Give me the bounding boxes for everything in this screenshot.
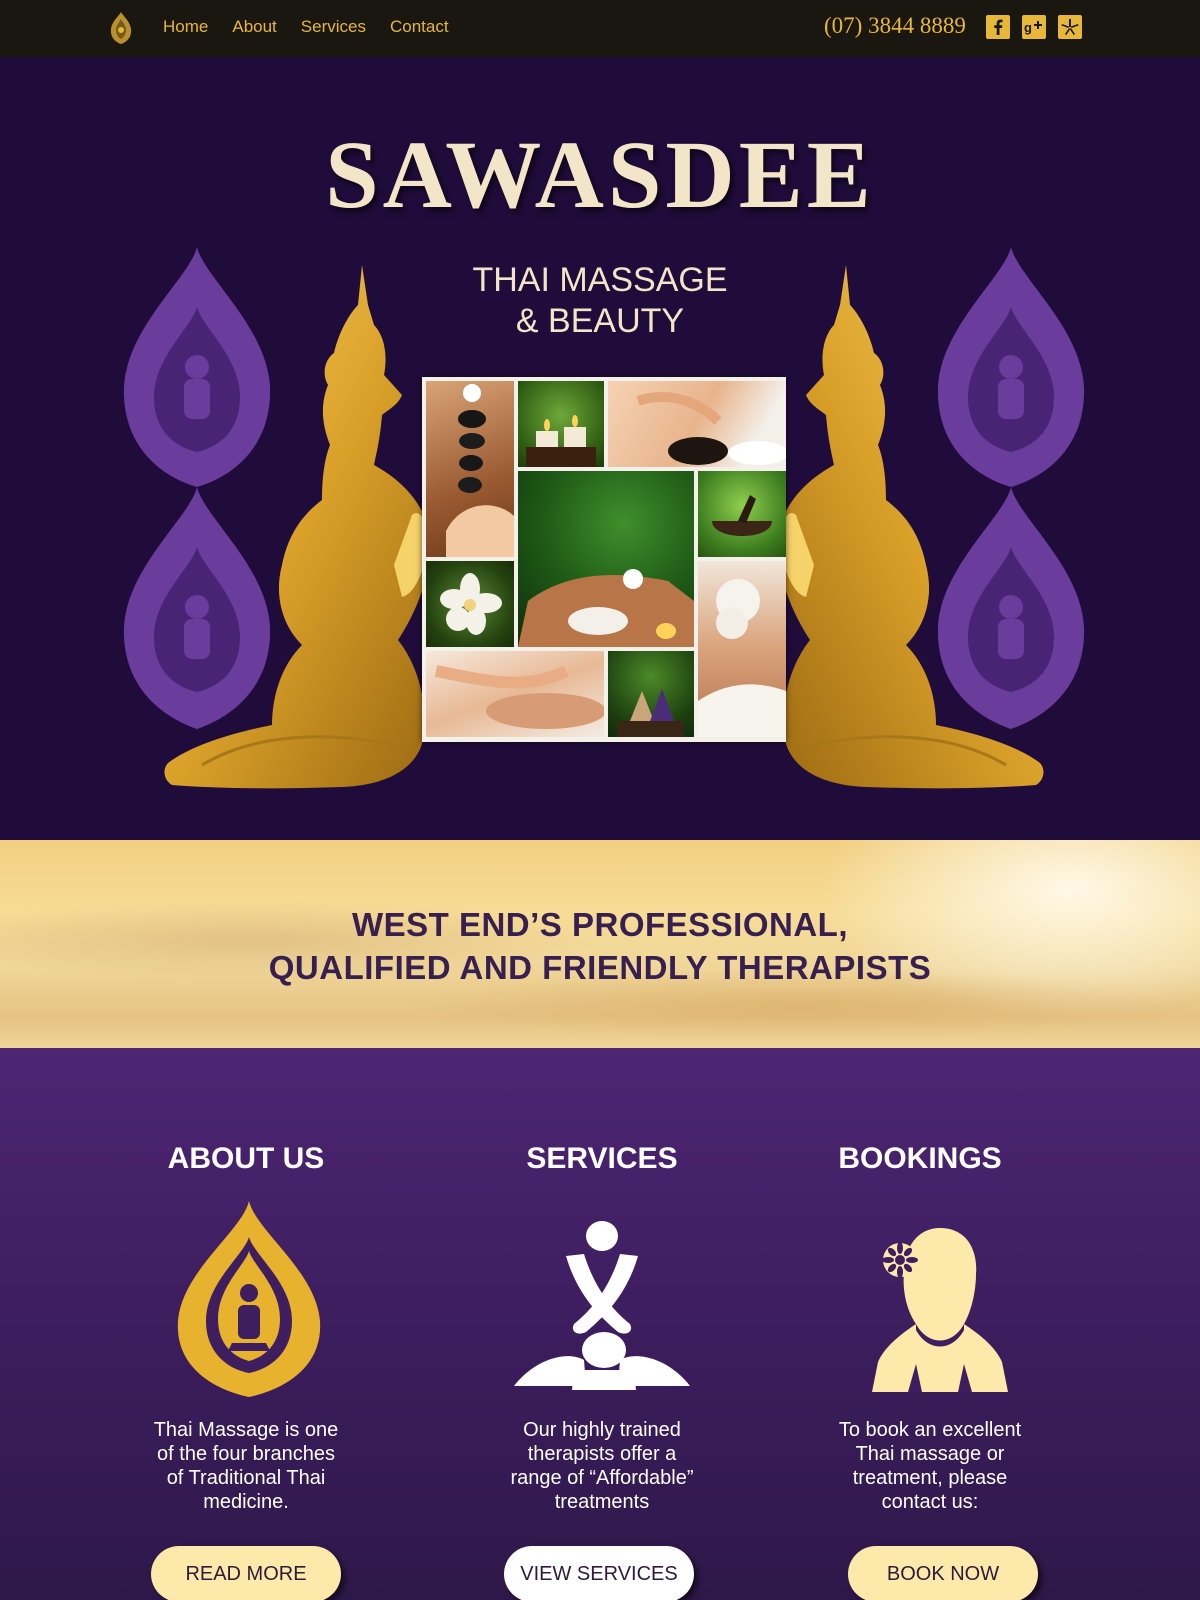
collage-herbal-compress — [698, 561, 786, 737]
read-more-button[interactable]: READ MORE — [151, 1546, 341, 1600]
book-now-button[interactable]: BOOK NOW — [848, 1546, 1038, 1600]
nav-link-home[interactable]: Home — [163, 17, 208, 37]
collage-back-massage — [608, 381, 788, 467]
collage-face-massage — [518, 471, 694, 647]
golden-statue-right-icon — [777, 265, 1044, 789]
collage-herbal-bowl — [698, 471, 786, 557]
collage-hand-massage — [426, 651, 606, 737]
thai-ornament-icon — [177, 1201, 321, 1397]
bookings-heading: BOOKINGS — [838, 1142, 1002, 1175]
view-services-button[interactable]: VIEW SERVICES — [504, 1546, 694, 1600]
yelp-icon[interactable] — [1058, 15, 1082, 39]
tagline-line2: QUALIFIED AND FRIENDLY THERAPISTS — [268, 949, 932, 986]
hero-title: SAWASDEE — [325, 121, 875, 228]
social-links: g — [986, 15, 1082, 39]
spa-photo-collage — [422, 377, 788, 742]
about-us-text: Thai Massage is one of the four branches… — [153, 1419, 339, 1513]
top-nav-bar: Home About Services Contact (07) 3844 88… — [0, 0, 1200, 57]
google-plus-icon[interactable]: g — [1022, 15, 1046, 39]
facebook-icon[interactable] — [986, 15, 1010, 39]
collage-hot-stones — [426, 381, 514, 557]
collage-candles — [518, 381, 604, 467]
features-section: ABOUT US Thai Massage is one of the four… — [0, 1048, 1200, 1600]
tagline-line1: WEST END’S PROFESSIONAL, — [351, 906, 849, 943]
services-text: Our highly trained therapists offer a ra… — [510, 1419, 694, 1513]
svg-text:g: g — [1024, 20, 1032, 35]
hero-section: SAWASDEE THAI MASSAGE & BEAUTY — [0, 57, 1200, 840]
tagline-text: WEST END’S PROFESSIONAL, QUALIFIED AND F… — [0, 903, 1200, 989]
nav-link-services[interactable]: Services — [301, 17, 366, 37]
collage-frangipani — [426, 561, 514, 647]
golden-statue-left-icon — [164, 265, 431, 789]
tagline-banner: WEST END’S PROFESSIONAL, QUALIFIED AND F… — [0, 840, 1200, 1048]
collage-incense — [608, 651, 694, 737]
logo-icon[interactable] — [108, 11, 134, 45]
therapist-icon — [872, 1228, 1008, 1392]
about-us-heading: ABOUT US — [167, 1142, 325, 1175]
services-heading: SERVICES — [526, 1142, 678, 1175]
bookings-text: To book an excellent Thai massage or tre… — [838, 1419, 1022, 1513]
phone-number[interactable]: (07) 3844 8889 — [824, 13, 966, 39]
nav-link-about[interactable]: About — [232, 17, 276, 37]
nav-link-contact[interactable]: Contact — [390, 17, 449, 37]
main-nav: Home About Services Contact — [163, 0, 449, 54]
massage-icon — [514, 1221, 690, 1390]
